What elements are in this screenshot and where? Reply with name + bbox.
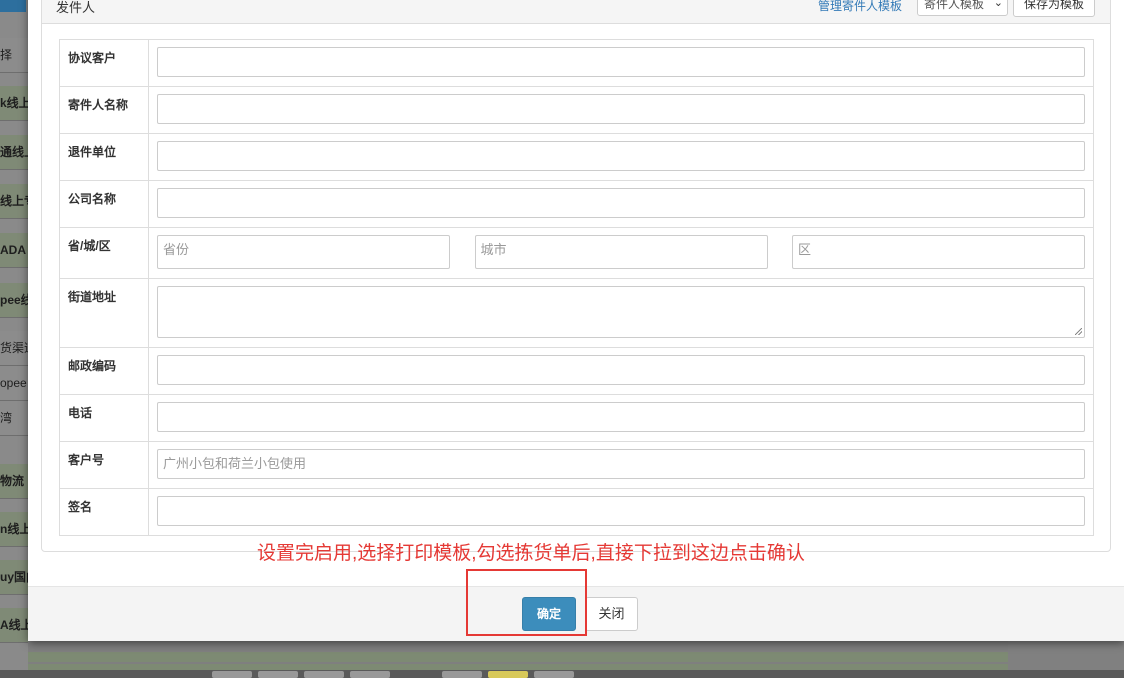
field-label: 签名	[59, 488, 149, 536]
street-address-textarea[interactable]	[157, 286, 1085, 338]
province-input[interactable]: 省份	[157, 235, 450, 269]
sender-panel: 发件人 管理寄件人模板 寄件人模板 ⌄ 保存为模板 协议客户 寄件人名称 退件单…	[41, 0, 1111, 552]
highlight-box	[466, 569, 587, 636]
return-unit-input[interactable]	[157, 141, 1085, 171]
form-row: 协议客户	[59, 39, 1094, 87]
background-list: 择 k线上通线上线上专 ADA pee线货渠道opee湾物流 n线上 uy国内 A线上	[0, 0, 28, 678]
district-input[interactable]: 区	[792, 235, 1085, 269]
background-row-bar	[28, 652, 1008, 662]
form-row: 签名	[59, 488, 1094, 536]
field-label: 协议客户	[59, 39, 149, 87]
form-row: 邮政编码	[59, 347, 1094, 395]
panel-title: 发件人	[56, 0, 96, 15]
field-label: 街道地址	[59, 278, 149, 348]
background-list-item: 货渠道	[0, 331, 28, 366]
field-label: 省/城/区	[59, 227, 149, 279]
form-row: 电话	[59, 394, 1094, 442]
background-list-item: 线上专	[0, 184, 28, 219]
instruction-annotation: 设置完启用,选择打印模板,勾选拣货单后,直接下拉到这边点击确认	[257, 543, 805, 564]
background-list-item: A线上	[0, 608, 28, 643]
form-row: 客户号 广州小包和荷兰小包使用	[59, 441, 1094, 489]
signature-input[interactable]	[157, 496, 1085, 526]
background-list-item: pee线	[0, 283, 28, 318]
field-label: 寄件人名称	[59, 86, 149, 134]
manage-sender-template-link[interactable]: 管理寄件人模板	[818, 0, 902, 14]
background-list-item: 湾	[0, 401, 28, 436]
background-top-button	[0, 0, 26, 12]
field-label: 客户号	[59, 441, 149, 489]
save-as-template-button[interactable]: 保存为模板	[1013, 0, 1095, 17]
background-list-item: 物流	[0, 464, 28, 499]
background-list-item: k线上	[0, 86, 28, 121]
sender-template-select-value: 寄件人模板	[924, 0, 985, 11]
background-list-item: 通线上	[0, 135, 28, 170]
field-label: 电话	[59, 394, 149, 442]
sender-form-table: 协议客户 寄件人名称 退件单位 公司名称 省/城/区 省份 城市 区 街道地址 …	[59, 39, 1094, 536]
city-input[interactable]: 城市	[474, 235, 768, 269]
form-row: 寄件人名称	[59, 86, 1094, 134]
background-list-item: opee	[0, 366, 28, 401]
close-button[interactable]: 关闭	[585, 597, 638, 631]
sender-template-select[interactable]: 寄件人模板 ⌄	[917, 0, 1008, 16]
field-label: 邮政编码	[59, 347, 149, 395]
customer-number-input[interactable]: 广州小包和荷兰小包使用	[157, 449, 1085, 479]
chevron-down-icon: ⌄	[993, 0, 1003, 9]
panel-heading: 发件人 管理寄件人模板 寄件人模板 ⌄ 保存为模板	[42, 0, 1110, 24]
form-row: 退件单位	[59, 133, 1094, 181]
sender-name-input[interactable]	[157, 94, 1085, 124]
form-row: 街道地址	[59, 278, 1094, 348]
background-list-item: 择	[0, 38, 28, 73]
field-label: 退件单位	[59, 133, 149, 181]
form-row: 省/城/区 省份 城市 区	[59, 227, 1094, 279]
taskbar	[0, 670, 1124, 678]
background-list-item: uy国内	[0, 560, 28, 595]
phone-input[interactable]	[157, 402, 1085, 432]
field-label: 公司名称	[59, 180, 149, 228]
company-name-input[interactable]	[157, 188, 1085, 218]
form-row: 公司名称	[59, 180, 1094, 228]
agreement-customer-input[interactable]	[157, 47, 1085, 77]
postcode-input[interactable]	[157, 355, 1085, 385]
background-list-item: ADA	[0, 233, 28, 268]
background-list-item: n线上	[0, 512, 28, 547]
